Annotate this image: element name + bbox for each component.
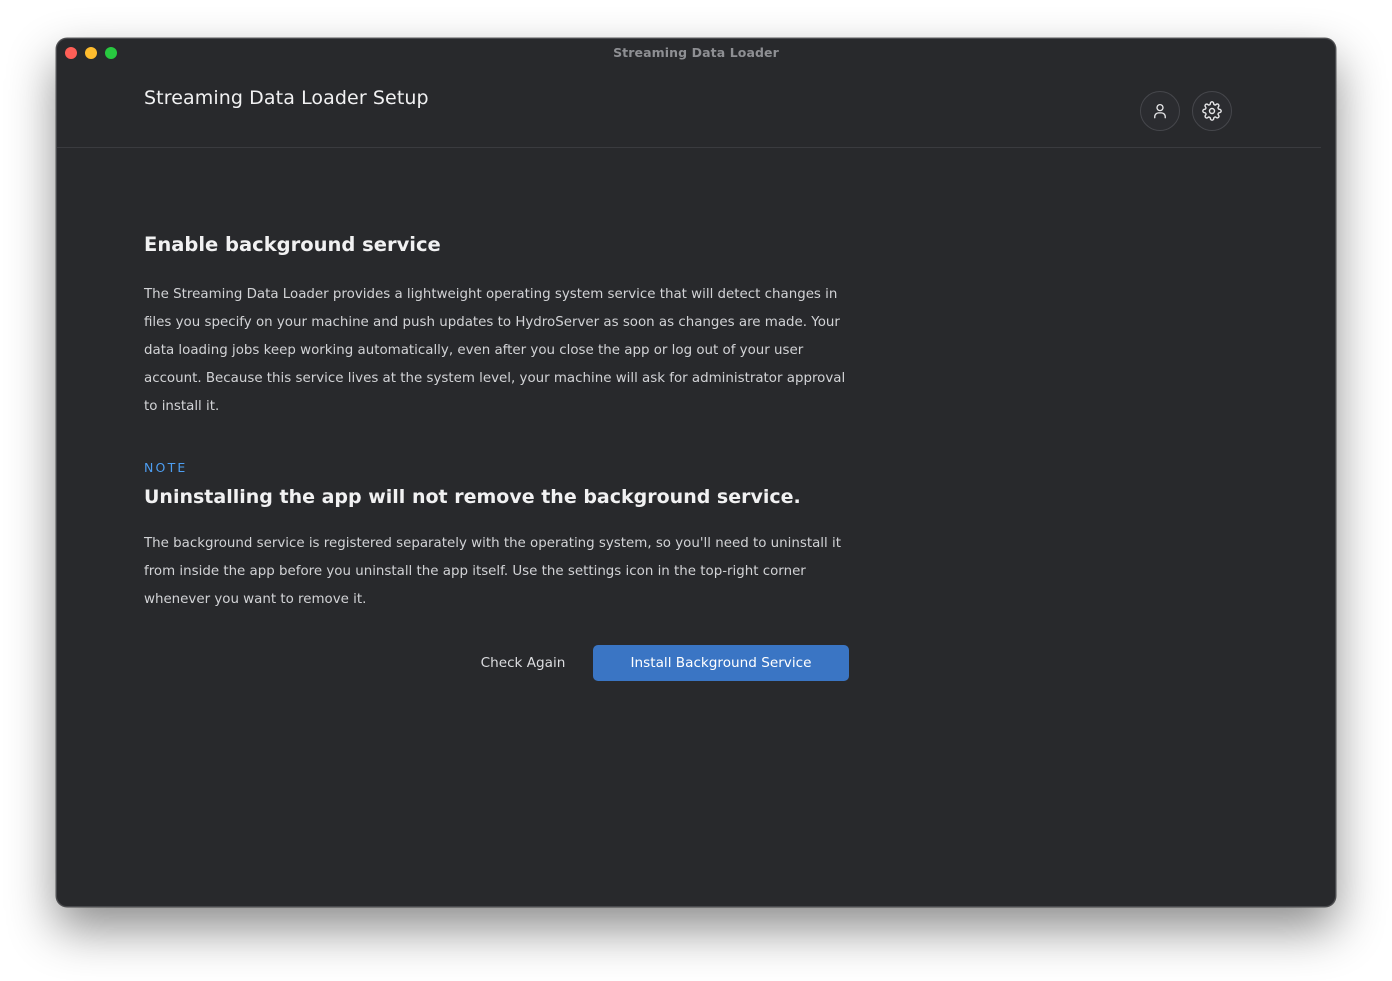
- settings-button[interactable]: [1192, 91, 1232, 131]
- account-button[interactable]: [1140, 91, 1180, 131]
- page-title: Streaming Data Loader Setup: [144, 87, 429, 109]
- app-window: Streaming Data Loader Streaming Data Loa…: [56, 38, 1336, 907]
- window-titlebar[interactable]: Streaming Data Loader: [57, 39, 1335, 67]
- note-body: The background service is registered sep…: [144, 536, 841, 607]
- app-header: Streaming Data Loader Setup: [57, 67, 1321, 148]
- user-icon: [1154, 103, 1166, 119]
- gear-icon: [1202, 101, 1222, 121]
- note-label: NOTE: [144, 460, 188, 475]
- note-heading: Uninstalling the app will not remove the…: [144, 486, 801, 508]
- install-background-service-button[interactable]: Install Background Service: [593, 645, 849, 681]
- check-again-button[interactable]: Check Again: [462, 645, 584, 681]
- section-heading: Enable background service: [144, 233, 441, 256]
- service-description: The Streaming Data Loader provides a lig…: [144, 287, 846, 414]
- action-bar: Check Again Install Background Service: [57, 645, 1335, 682]
- window-title: Streaming Data Loader: [613, 45, 779, 60]
- setup-content: Enable background service The Streaming …: [144, 229, 854, 614]
